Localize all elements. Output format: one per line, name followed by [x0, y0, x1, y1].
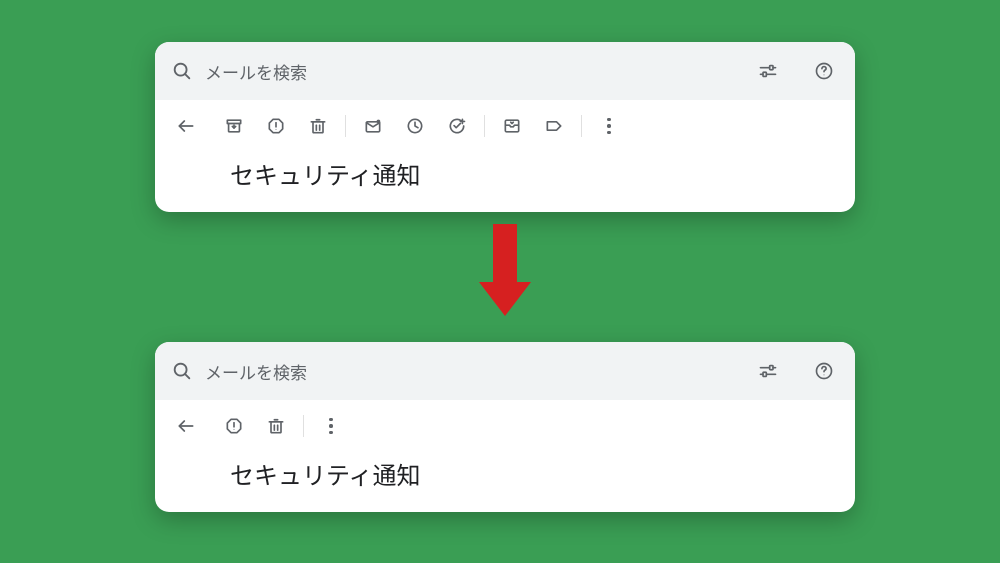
help-icon	[814, 361, 834, 381]
toolbar-divider	[345, 115, 346, 137]
move-to-button[interactable]	[491, 105, 533, 147]
search-bar[interactable]: メールを検索	[155, 342, 855, 400]
more-button[interactable]	[588, 105, 630, 147]
snooze-button[interactable]	[394, 105, 436, 147]
search-filter-button[interactable]	[749, 52, 787, 90]
search-placeholder: メールを検索	[205, 59, 307, 84]
toolbar-divider	[581, 115, 582, 137]
mark-unread-icon	[363, 116, 383, 136]
search-icon	[171, 60, 193, 82]
more-icon	[607, 118, 611, 135]
gmail-panel-after: メールを検索 セキュリティ通知	[155, 342, 855, 512]
search-placeholder: メールを検索	[205, 359, 307, 384]
report-spam-icon	[266, 116, 286, 136]
delete-icon	[308, 116, 328, 136]
help-icon	[814, 61, 834, 81]
archive-icon	[224, 116, 244, 136]
labels-button[interactable]	[533, 105, 575, 147]
filter-icon	[758, 361, 778, 381]
move-to-icon	[502, 116, 522, 136]
delete-icon	[266, 416, 286, 436]
snooze-icon	[405, 116, 425, 136]
report-spam-button[interactable]	[255, 105, 297, 147]
back-icon	[176, 116, 196, 136]
toolbar-divider	[484, 115, 485, 137]
filter-icon	[758, 61, 778, 81]
delete-button[interactable]	[255, 405, 297, 447]
back-icon	[176, 416, 196, 436]
more-button[interactable]	[310, 405, 352, 447]
mark-unread-button[interactable]	[352, 105, 394, 147]
email-subject: セキュリティ通知	[155, 452, 855, 491]
search-icon	[171, 360, 193, 382]
add-task-button[interactable]	[436, 105, 478, 147]
toolbar-divider	[303, 415, 304, 437]
report-spam-icon	[224, 416, 244, 436]
gmail-panel-before: メールを検索	[155, 42, 855, 212]
back-button[interactable]	[165, 105, 207, 147]
delete-button[interactable]	[297, 105, 339, 147]
email-subject: セキュリティ通知	[155, 152, 855, 191]
back-button[interactable]	[165, 405, 207, 447]
help-button[interactable]	[805, 352, 843, 390]
report-spam-button[interactable]	[213, 405, 255, 447]
transition-arrow	[485, 224, 525, 324]
archive-button[interactable]	[213, 105, 255, 147]
toolbar-full	[155, 100, 855, 152]
add-task-icon	[447, 116, 467, 136]
help-button[interactable]	[805, 52, 843, 90]
search-filter-button[interactable]	[749, 352, 787, 390]
search-bar[interactable]: メールを検索	[155, 42, 855, 100]
labels-icon	[544, 116, 564, 136]
more-icon	[329, 418, 333, 435]
toolbar-reduced	[155, 400, 855, 452]
